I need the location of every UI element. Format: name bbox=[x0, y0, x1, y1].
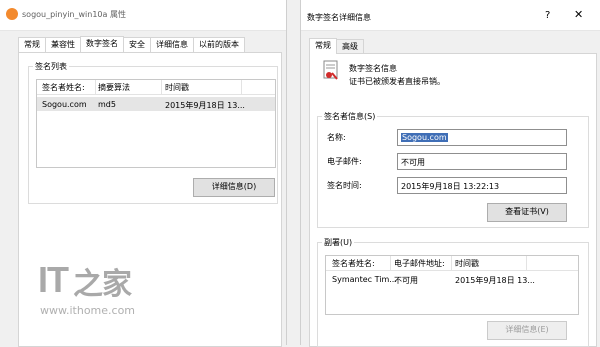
dialog-tab-strip: 常规 高级 bbox=[309, 38, 364, 54]
signing-time-label: 签名时间: bbox=[327, 181, 362, 190]
column-timestamp[interactable]: 时间戳 bbox=[165, 82, 189, 93]
countersignature-list[interactable]: 签名者姓名: 电子邮件地址: 时间戳 Symantec Tim... 不可用 2… bbox=[325, 255, 579, 315]
cell-signer-name: Symantec Tim... bbox=[332, 275, 397, 284]
properties-window: sogou_pinyin_win10a 属性 常规 兼容性 数字签名 安全 详细… bbox=[0, 0, 287, 347]
table-row[interactable]: Symantec Tim... 不可用 2015年9月18日 13... bbox=[326, 272, 578, 286]
name-value: Sogou.com bbox=[401, 133, 448, 142]
watermark-logo: IT bbox=[38, 259, 69, 300]
list-header: 签名者姓名: 摘要算法 时间戳 bbox=[37, 80, 275, 95]
signature-details-dialog: 数字签名详细信息 ? ✕ 常规 高级 数字签名信息 证书已被颁发者直接吊销。 签… bbox=[300, 0, 600, 347]
signature-info-title: 数字签名信息 bbox=[349, 64, 397, 73]
column-divider bbox=[241, 80, 242, 94]
column-divider bbox=[390, 256, 391, 270]
countersign-details-button[interactable]: 详细信息(E) bbox=[487, 321, 567, 340]
group-legend: 副署(U) bbox=[322, 237, 355, 248]
title-bar[interactable]: sogou_pinyin_win10a 属性 bbox=[0, 0, 286, 31]
column-divider bbox=[95, 80, 96, 94]
tab-digital-signatures[interactable]: 数字签名 bbox=[80, 36, 124, 52]
details-button[interactable]: 详细信息(D) bbox=[193, 178, 275, 197]
cell-timestamp: 2015年9月18日 13... bbox=[165, 101, 245, 110]
column-divider bbox=[451, 256, 452, 270]
group-legend: 签名者信息(S) bbox=[322, 111, 378, 122]
column-email[interactable]: 电子邮件地址: bbox=[394, 258, 445, 269]
column-divider bbox=[161, 80, 162, 94]
column-signer-name[interactable]: 签名者姓名: bbox=[42, 82, 85, 93]
dialog-title: 数字签名详细信息 bbox=[307, 13, 371, 22]
group-legend: 签名列表 bbox=[33, 61, 69, 72]
details-button-label: 详细信息(D) bbox=[211, 182, 257, 191]
view-certificate-label: 查看证书(V) bbox=[505, 207, 549, 216]
column-digest-algorithm[interactable]: 摘要算法 bbox=[98, 82, 130, 93]
tab-general[interactable]: 常规 bbox=[18, 37, 46, 52]
tab-advanced[interactable]: 高级 bbox=[336, 39, 364, 54]
column-timestamp[interactable]: 时间戳 bbox=[455, 258, 479, 269]
column-divider bbox=[526, 256, 527, 270]
certificate-warning-icon bbox=[323, 60, 338, 80]
list-header: 签名者姓名: 电子邮件地址: 时间戳 bbox=[326, 256, 578, 271]
window-title: sogou_pinyin_win10a 属性 bbox=[22, 10, 126, 19]
column-signer-name[interactable]: 签名者姓名: bbox=[332, 258, 375, 269]
signature-status-text: 证书已被颁发者直接吊销。 bbox=[349, 77, 445, 86]
countersign-details-label: 详细信息(E) bbox=[505, 325, 549, 334]
watermark-logo-cjk: 之家 bbox=[73, 268, 132, 301]
name-field[interactable]: Sogou.com bbox=[397, 129, 567, 146]
cell-algorithm: md5 bbox=[98, 100, 116, 109]
email-field[interactable]: 不可用 bbox=[397, 153, 567, 170]
close-icon[interactable]: ✕ bbox=[574, 8, 583, 21]
tab-security[interactable]: 安全 bbox=[123, 37, 151, 52]
sogou-app-icon bbox=[6, 8, 18, 20]
email-value: 不可用 bbox=[401, 158, 425, 167]
signature-list[interactable]: 签名者姓名: 摘要算法 时间戳 Sogou.com md5 2015年9月18日… bbox=[36, 79, 276, 168]
tab-general[interactable]: 常规 bbox=[309, 38, 337, 54]
signing-time-value: 2015年9月18日 13:22:13 bbox=[401, 182, 500, 191]
tab-details[interactable]: 详细信息 bbox=[150, 37, 194, 52]
signing-time-field[interactable]: 2015年9月18日 13:22:13 bbox=[397, 177, 567, 194]
tab-strip: 常规 兼容性 数字签名 安全 详细信息 以前的版本 bbox=[18, 36, 245, 52]
tab-previous-versions[interactable]: 以前的版本 bbox=[193, 37, 245, 52]
email-label: 电子邮件: bbox=[327, 157, 362, 166]
watermark-url: www.ithome.com bbox=[40, 304, 136, 317]
cell-signer-name: Sogou.com bbox=[42, 100, 87, 109]
help-icon[interactable]: ? bbox=[545, 10, 550, 21]
cell-timestamp: 2015年9月18日 13... bbox=[455, 276, 535, 285]
table-row[interactable]: Sogou.com md5 2015年9月18日 13... bbox=[37, 97, 275, 111]
tab-compatibility[interactable]: 兼容性 bbox=[45, 37, 81, 52]
cell-email: 不可用 bbox=[394, 276, 418, 285]
view-certificate-button[interactable]: 查看证书(V) bbox=[487, 203, 567, 222]
dialog-title-bar[interactable]: 数字签名详细信息 ? ✕ bbox=[301, 0, 600, 31]
name-label: 名称: bbox=[327, 133, 346, 142]
